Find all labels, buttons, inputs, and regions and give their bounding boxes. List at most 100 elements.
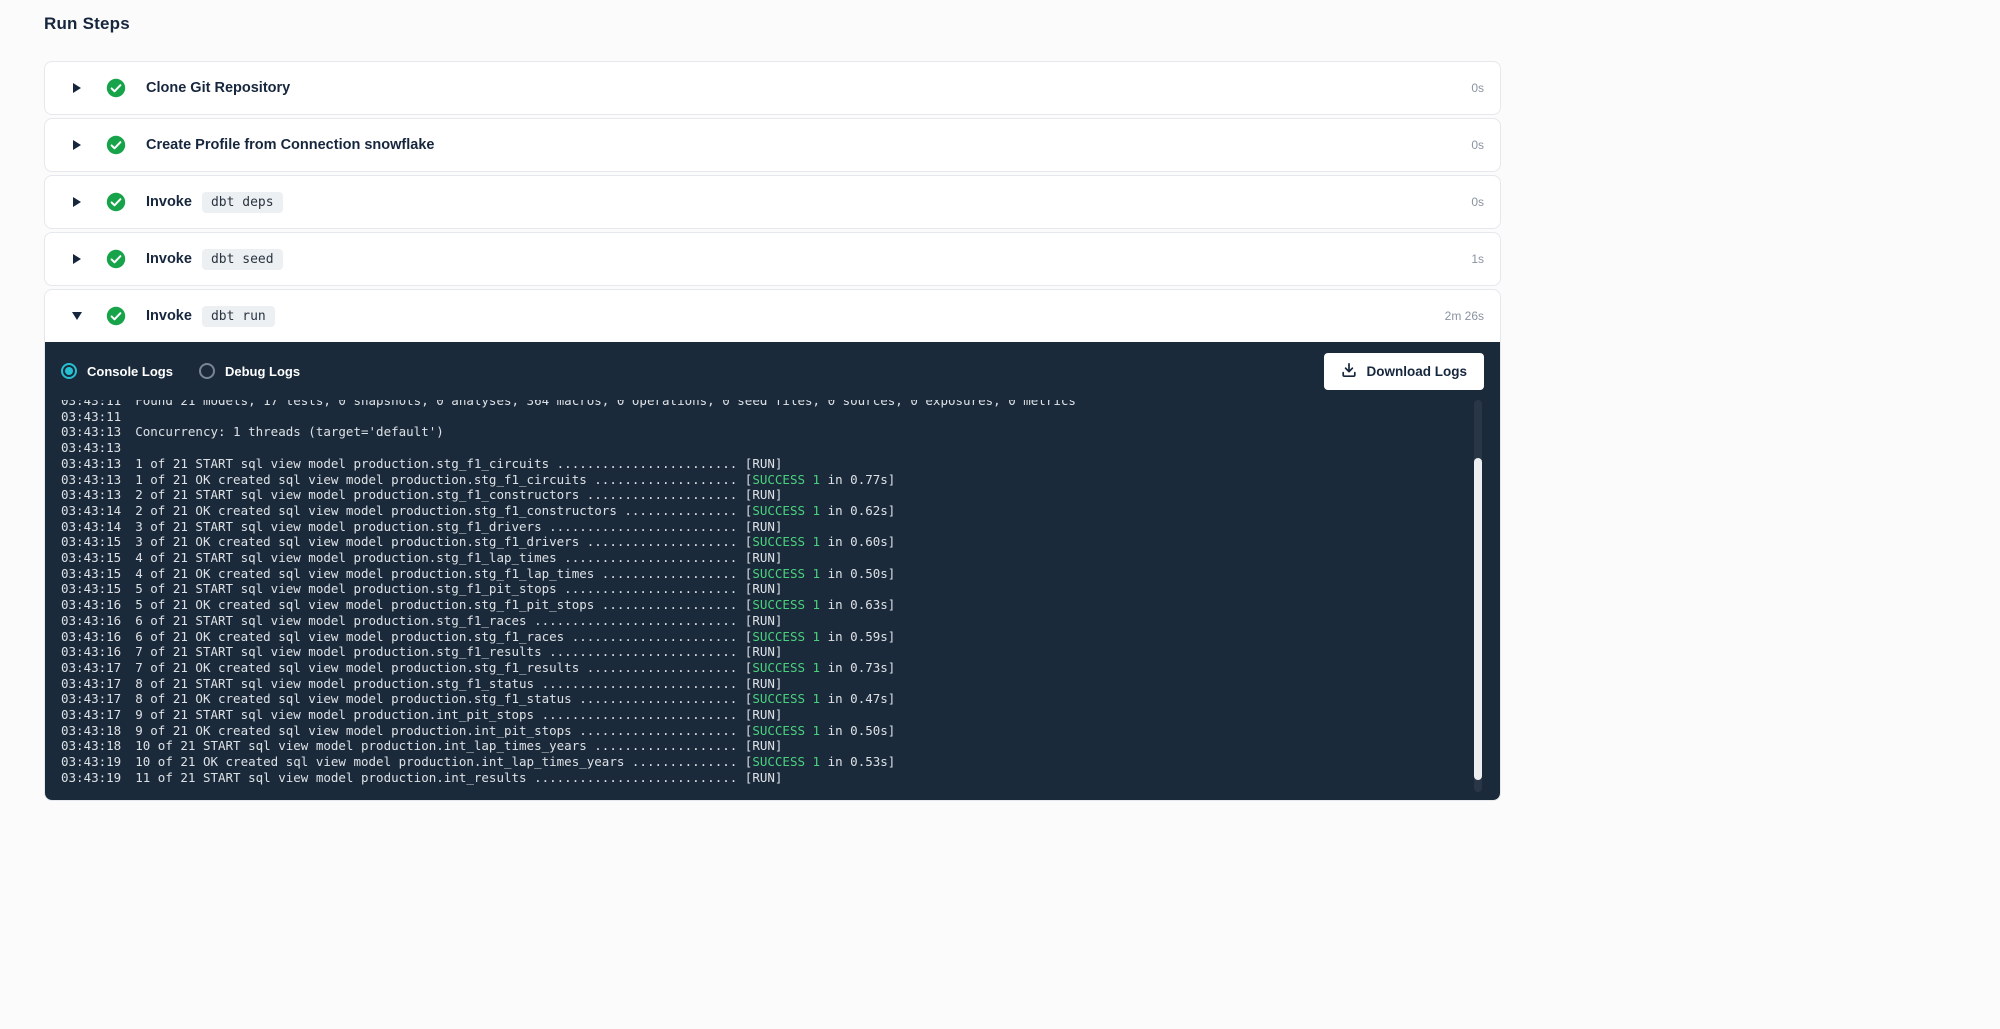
log-line: 03:43:13 bbox=[61, 440, 1460, 456]
log-timestamp: 03:43:14 bbox=[61, 503, 121, 519]
page-title: Run Steps bbox=[44, 14, 1501, 34]
log-line: 03:43:14 2 of 21 OK created sql view mode… bbox=[61, 503, 1460, 519]
step-command-chip: dbt seed bbox=[202, 249, 283, 270]
caret-right-icon[interactable] bbox=[71, 253, 83, 265]
log-line: 03:43:131 of 21 START sql view model pro… bbox=[61, 456, 1460, 472]
caret-right-icon[interactable] bbox=[71, 82, 83, 94]
log-message: 7 of 21 OK created sql view model produc… bbox=[135, 660, 895, 675]
log-timestamp: 03:43:17 bbox=[61, 707, 121, 723]
check-circle-icon bbox=[106, 249, 126, 269]
log-message: 9 of 21 OK created sql view model produc… bbox=[135, 723, 895, 738]
radio-selected-icon[interactable] bbox=[61, 363, 77, 379]
log-message: 1 of 21 OK created sql view model produc… bbox=[135, 472, 895, 487]
log-line: 03:43:11 bbox=[61, 409, 1460, 425]
caret-right-icon[interactable] bbox=[71, 196, 83, 208]
download-logs-label: Download Logs bbox=[1367, 364, 1468, 379]
step-duration: 1s bbox=[1471, 252, 1484, 266]
download-icon bbox=[1341, 362, 1357, 381]
log-message: 5 of 21 START sql view model production.… bbox=[135, 581, 782, 596]
log-timestamp: 03:43:17 bbox=[61, 691, 121, 707]
log-message: 7 of 21 START sql view model production.… bbox=[135, 644, 782, 659]
log-line: 03:43:177 of 21 OK created sql view mode… bbox=[61, 660, 1460, 676]
step-duration: 0s bbox=[1471, 81, 1484, 95]
log-timestamp: 03:43:15 bbox=[61, 534, 121, 550]
console-scrollbar[interactable] bbox=[1474, 400, 1482, 792]
check-circle-icon bbox=[106, 78, 126, 98]
log-line: 03:43:1810 of 21 START sql view model pr… bbox=[61, 738, 1460, 754]
log-success-token: SUCCESS 1 bbox=[752, 597, 820, 612]
log-timestamp: 03:43:15 bbox=[61, 550, 121, 566]
step-command-chip: dbt run bbox=[202, 306, 275, 327]
log-message: 8 of 21 OK created sql view model produc… bbox=[135, 691, 895, 706]
step-label: Create Profile from Connection snowflake bbox=[146, 137, 434, 153]
log-timestamp: 03:43:13 bbox=[61, 424, 121, 440]
log-line: 03:43:13 Concurrency: 1 threads (target='… bbox=[61, 424, 1460, 440]
log-timestamp: 03:43:19 bbox=[61, 770, 121, 786]
log-line: 03:43:15 5 of 21 START sql view model pro… bbox=[61, 581, 1460, 597]
log-line: 03:43:11Found 21 models, 17 tests, 0 sna… bbox=[61, 400, 1460, 409]
caret-right-icon[interactable] bbox=[71, 139, 83, 151]
log-message: 6 of 21 START sql view model production.… bbox=[135, 613, 782, 628]
log-success-token: SUCCESS 1 bbox=[752, 534, 820, 549]
log-success-token: SUCCESS 1 bbox=[752, 754, 820, 769]
step-card-dbt-run: Invoke dbt run 2m 26s Console Logs Debug… bbox=[44, 289, 1501, 801]
log-line: 03:43:165 of 21 OK created sql view mode… bbox=[61, 597, 1460, 613]
log-timestamp: 03:43:15 bbox=[61, 581, 121, 597]
log-line: 03:43:18 9 of 21 OK created sql view mode… bbox=[61, 723, 1460, 739]
step-header-clone-git[interactable]: Clone Git Repository 0s bbox=[45, 62, 1500, 114]
log-line: 03:43:167 of 21 START sql view model pro… bbox=[61, 644, 1460, 660]
check-circle-icon bbox=[106, 306, 126, 326]
radio-unselected-icon[interactable] bbox=[199, 363, 215, 379]
step-card-clone-git: Clone Git Repository 0s bbox=[44, 61, 1501, 115]
scrollbar-thumb[interactable] bbox=[1474, 458, 1482, 780]
log-timestamp: 03:43:13 bbox=[61, 456, 121, 472]
step-duration: 0s bbox=[1471, 138, 1484, 152]
log-line: 03:43:1911 of 21 START sql view model pr… bbox=[61, 770, 1460, 786]
steps-list: Clone Git Repository 0s Create Profile f… bbox=[44, 61, 1501, 801]
run-steps-content: Run Steps Clone Git Repository 0s bbox=[44, 14, 1501, 804]
log-success-token: SUCCESS 1 bbox=[752, 691, 820, 706]
log-message: 4 of 21 OK created sql view model produc… bbox=[135, 566, 895, 581]
log-timestamp: 03:43:16 bbox=[61, 613, 121, 629]
log-line: 03:43:143 of 21 START sql view model pro… bbox=[61, 519, 1460, 535]
log-line: 03:43:178 of 21 START sql view model pro… bbox=[61, 676, 1460, 692]
run-steps-page: Run Steps Clone Git Repository 0s bbox=[0, 0, 2000, 1029]
caret-down-icon[interactable] bbox=[71, 310, 83, 322]
debug-logs-radio[interactable]: Debug Logs bbox=[199, 363, 300, 379]
log-message: 2 of 21 OK created sql view model produc… bbox=[135, 503, 895, 518]
log-message: 10 of 21 OK created sql view model produ… bbox=[135, 754, 895, 769]
log-line: 03:43:132 of 21 START sql view model pro… bbox=[61, 487, 1460, 503]
log-timestamp: 03:43:16 bbox=[61, 629, 121, 645]
log-message: Found 21 models, 17 tests, 0 snapshots, … bbox=[135, 400, 1076, 408]
log-message: Concurrency: 1 threads (target='default'… bbox=[135, 424, 444, 439]
log-success-token: SUCCESS 1 bbox=[752, 660, 820, 675]
log-line: 03:43:17 9 of 21 START sql view model pro… bbox=[61, 707, 1460, 723]
step-duration: 2m 26s bbox=[1445, 309, 1484, 323]
step-header-create-profile[interactable]: Create Profile from Connection snowflake… bbox=[45, 119, 1500, 171]
console-log[interactable]: 03:43:11Found 21 models, 17 tests, 0 sna… bbox=[45, 400, 1500, 800]
log-timestamp: 03:43:13 bbox=[61, 487, 121, 503]
step-header-dbt-run[interactable]: Invoke dbt run 2m 26s bbox=[45, 290, 1500, 342]
log-line: 03:43:17 8 of 21 OK created sql view mode… bbox=[61, 691, 1460, 707]
log-message: 8 of 21 START sql view model production.… bbox=[135, 676, 782, 691]
step-header-dbt-deps[interactable]: Invoke dbt deps 0s bbox=[45, 176, 1500, 228]
check-circle-icon bbox=[106, 192, 126, 212]
log-line: 03:43:19 10 of 21 OK created sql view mod… bbox=[61, 754, 1460, 770]
log-message: 9 of 21 START sql view model production.… bbox=[135, 707, 782, 722]
step-label: Clone Git Repository bbox=[146, 80, 290, 96]
log-timestamp: 03:43:13 bbox=[61, 472, 121, 488]
log-line: 03:43:154 of 21 START sql view model pro… bbox=[61, 550, 1460, 566]
console-panel: Console Logs Debug Logs Download Logs bbox=[45, 342, 1500, 800]
debug-logs-label: Debug Logs bbox=[225, 364, 300, 379]
console-logs-radio[interactable]: Console Logs bbox=[61, 363, 173, 379]
download-logs-button[interactable]: Download Logs bbox=[1324, 353, 1485, 390]
step-card-dbt-seed: Invoke dbt seed 1s bbox=[44, 232, 1501, 286]
log-success-token: SUCCESS 1 bbox=[752, 472, 820, 487]
step-header-dbt-seed[interactable]: Invoke dbt seed 1s bbox=[45, 233, 1500, 285]
step-label: Invoke bbox=[146, 251, 192, 267]
step-command-chip: dbt deps bbox=[202, 192, 283, 213]
log-message: 10 of 21 START sql view model production… bbox=[135, 738, 782, 753]
log-timestamp: 03:43:18 bbox=[61, 723, 121, 739]
log-timestamp: 03:43:19 bbox=[61, 754, 121, 770]
step-label: Invoke bbox=[146, 194, 192, 210]
